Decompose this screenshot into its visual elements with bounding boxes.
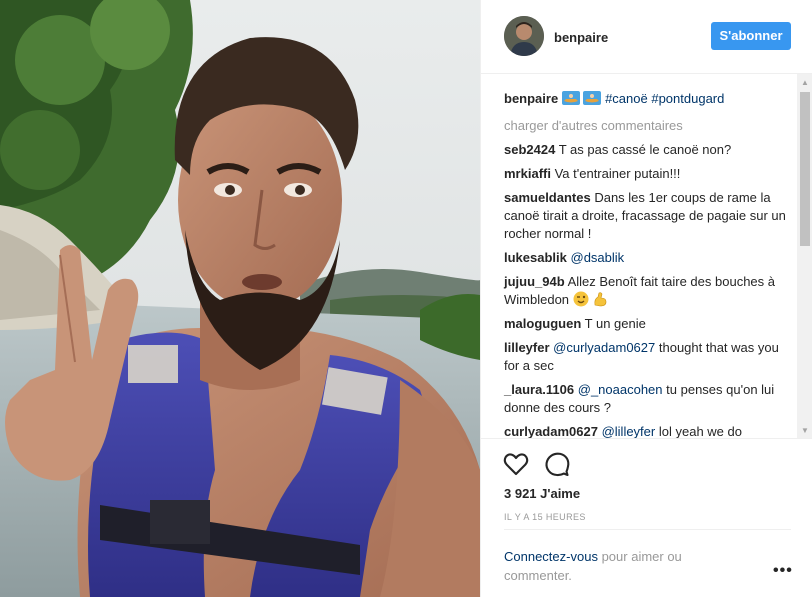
comment-username[interactable]: seb2424 [504,142,555,157]
mention-link[interactable]: @curlyadam0627 [553,340,655,355]
comment-username[interactable]: _laura.1106 [504,382,574,397]
hashtag-link[interactable]: #canoë [605,91,648,106]
comment-text: T un genie [584,316,646,331]
post-author-username[interactable]: benpaire [554,30,608,45]
avatar[interactable] [504,16,544,56]
comment-username[interactable]: maloguguen [504,316,581,331]
mention-link[interactable]: @lilleyfer [602,424,656,438]
canoe-emoji-icon [561,91,584,106]
comment: lukesablik @dsablik [504,249,797,267]
comment-username[interactable]: lilleyfer [504,340,550,355]
comment-text: T as pas cassé le canoë non? [558,142,732,157]
more-options-ellipsis-icon[interactable]: ••• [773,562,793,580]
canoe-emoji-icon [583,91,605,106]
comment: lilleyfer @curlyadam0627 thought that wa… [504,339,797,375]
comment: curlyadam0627 @lilleyfer lol yeah we do [504,423,797,438]
divider [504,529,791,530]
load-more-comments-link[interactable]: charger d'autres commentaires [504,117,797,135]
mention-link[interactable]: @dsablik [571,250,625,265]
comment: samueldantes Dans les 1er coups de rame … [504,189,797,243]
comment-username[interactable]: mrkiaffi [504,166,551,181]
selfie-canoe-photo [0,0,480,597]
comment: jujuu_94b Allez Benoît fait taire des bo… [504,273,797,309]
comment: seb2424 T as pas cassé le canoë non? [504,141,797,159]
caption-username[interactable]: benpaire [504,91,558,106]
post-timestamp[interactable]: IL Y A 15 HEURES [504,512,586,522]
comment: _laura.1106 @_noaacohen tu penses qu'on … [504,381,797,417]
post-side-panel: benpaire S'abonner benpaire #canoë #pont… [480,0,812,597]
follow-button[interactable]: S'abonner [711,22,791,50]
comment-button[interactable] [543,450,571,478]
login-prompt: Connectez-vous pour aimer ou commenter. [504,547,724,585]
scroll-down-arrow-icon[interactable]: ▼ [797,426,812,436]
comments-scrollbar[interactable]: ▲ ▼ [797,74,812,438]
comment-username[interactable]: lukesablik [504,250,567,265]
comment-text: Va t'entrainer putain!!! [554,166,681,181]
post-header: benpaire S'abonner [481,0,812,74]
comment: maloguguen T un genie [504,315,797,333]
mention-link[interactable]: @_noaacohen [578,382,663,397]
like-button[interactable] [502,450,530,478]
flexed-biceps-emoji-icon [592,292,608,307]
hashtag-link[interactable]: #pontdugard [651,91,724,106]
instagram-post-view: benpaire S'abonner benpaire #canoë #pont… [0,0,812,597]
speech-bubble-icon [545,452,570,477]
post-caption: benpaire #canoë #pontdugard [504,90,797,108]
likes-count[interactable]: 3 921 J'aime [504,486,580,501]
login-link[interactable]: Connectez-vous [504,549,598,564]
comments-list: benpaire #canoë #pontdugard charger d'au… [481,74,797,438]
post-actions-section: 3 921 J'aime IL Y A 15 HEURES Connectez-… [481,438,812,597]
post-photo[interactable] [0,0,480,597]
heart-outline-icon [503,453,529,476]
comment-username[interactable]: jujuu_94b [504,274,565,289]
scroll-up-arrow-icon[interactable]: ▲ [797,78,812,88]
avatar-image [504,16,544,56]
comment: mrkiaffi Va t'entrainer putain!!! [504,165,797,183]
comment-username[interactable]: curlyadam0627 [504,424,598,438]
comment-username[interactable]: samueldantes [504,190,591,205]
scroll-thumb[interactable] [800,92,810,246]
wink-emoji-icon [573,291,593,307]
comment-text: lol yeah we do [658,424,742,438]
